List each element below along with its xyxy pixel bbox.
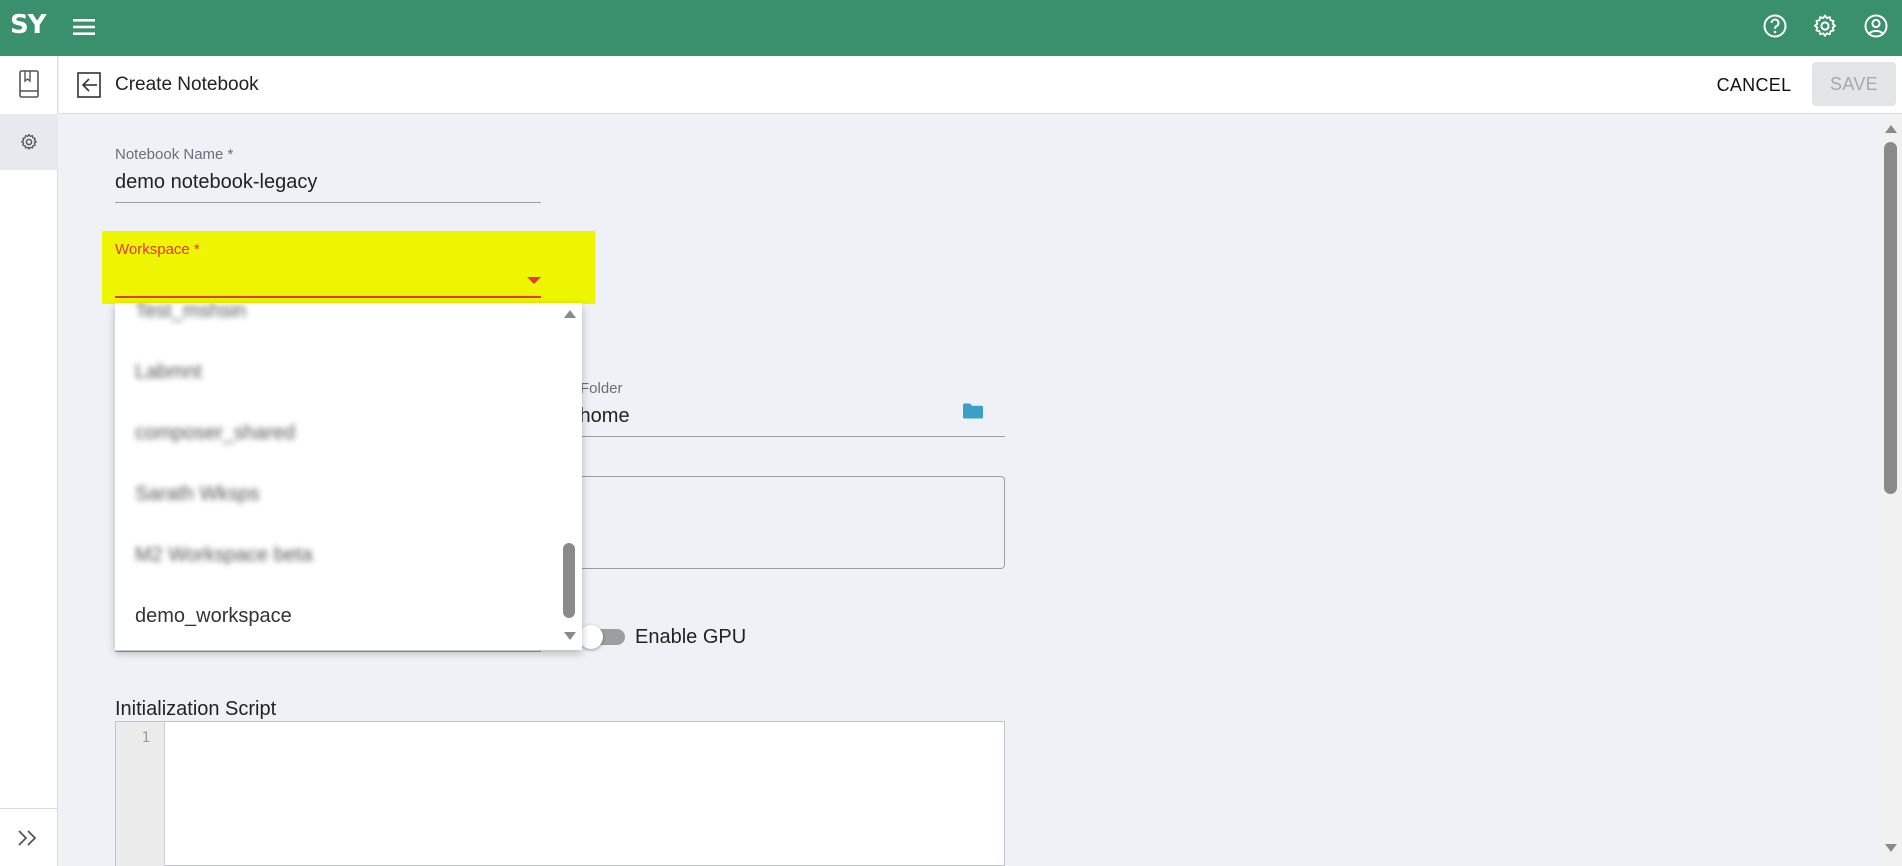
line-number: 1	[141, 730, 150, 746]
page-scrollbar-thumb[interactable]	[1884, 142, 1897, 494]
dropdown-option[interactable]: M2 Workspace beta	[135, 544, 313, 567]
workspace-label: Workspace *	[115, 241, 200, 258]
dropdown-option[interactable]: composer_shared	[135, 422, 295, 445]
workspace-select-underline	[115, 296, 541, 298]
dropdown-scroll-down-icon[interactable]	[564, 632, 576, 640]
page-header: Create Notebook CANCEL SAVE	[59, 56, 1902, 114]
folder-icon[interactable]	[962, 402, 984, 420]
notebook-name-underline	[115, 202, 541, 203]
left-nav-rail	[0, 56, 58, 866]
dropdown-option[interactable]: Sarath Wksps	[135, 483, 259, 506]
expand-chevrons-icon	[18, 829, 37, 846]
description-textarea[interactable]	[574, 476, 1005, 569]
gear-icon	[21, 133, 37, 150]
page-scrollbar[interactable]	[1879, 115, 1902, 866]
cancel-button[interactable]: CANCEL	[1696, 64, 1812, 106]
settings-gear-icon[interactable]	[1811, 12, 1839, 40]
rail-expand-button[interactable]	[0, 808, 58, 866]
dropdown-option-demo-workspace[interactable]: demo_workspace	[135, 605, 292, 628]
notebook-name-input[interactable]: demo notebook-legacy	[115, 171, 317, 194]
gpu-toggle-knob[interactable]	[579, 625, 603, 649]
app-logo[interactable]: SY	[10, 10, 47, 40]
page-title: Create Notebook	[115, 74, 259, 95]
menu-icon[interactable]	[71, 14, 97, 40]
scroll-down-arrow-icon[interactable]	[1885, 844, 1897, 852]
dropdown-option[interactable]: Test_mshsin	[135, 303, 246, 323]
workspace-dropdown-list[interactable]: Test_mshsin Labmnt composer_shared Sarat…	[115, 303, 582, 650]
scroll-up-arrow-icon[interactable]	[1885, 125, 1897, 133]
top-app-bar: SY	[0, 0, 1902, 56]
workspace-select[interactable]	[115, 262, 541, 296]
folder-underline	[574, 436, 1005, 437]
editor-gutter: 1	[116, 722, 165, 866]
back-arrow-icon[interactable]	[75, 70, 103, 100]
rail-item-settings[interactable]	[0, 114, 58, 170]
save-button[interactable]: SAVE	[1812, 62, 1896, 106]
dropdown-scroll-up-icon[interactable]	[564, 310, 576, 318]
init-script-label: Initialization Script	[115, 698, 277, 720]
folder-label: Folder	[580, 380, 623, 397]
rail-item-notebooks[interactable]	[0, 56, 58, 112]
dropdown-scrollbar-thumb[interactable]	[563, 543, 575, 618]
folder-input[interactable]: /home	[574, 405, 630, 428]
notebook-icon	[19, 70, 39, 98]
dropdown-option[interactable]: Labmnt	[135, 361, 202, 384]
account-icon[interactable]	[1862, 12, 1890, 40]
gpu-toggle-label: Enable GPU	[635, 626, 747, 648]
notebook-name-label: Notebook Name *	[115, 146, 234, 163]
init-script-editor[interactable]: 1	[115, 721, 1005, 866]
hidden-field-underline	[115, 651, 541, 652]
help-icon[interactable]	[1761, 12, 1789, 40]
